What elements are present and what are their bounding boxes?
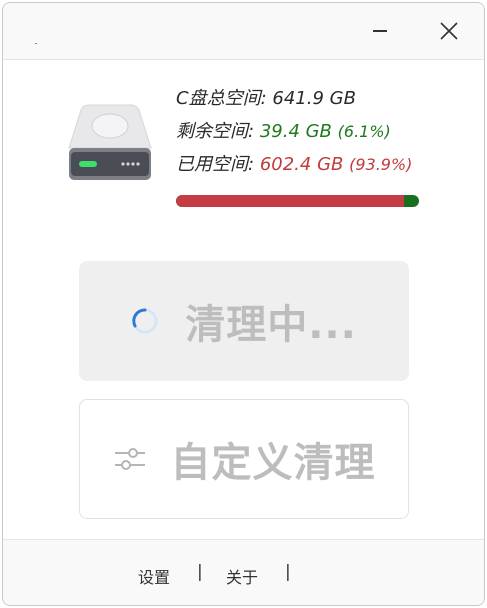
main-content: C盘总空间: 641.9 GB 剩余空间: 39.4 GB (6.1%) 已用空… bbox=[3, 59, 484, 539]
total-space-value: 641.9 GB bbox=[272, 88, 356, 109]
total-space-line: C盘总空间: 641.9 GB bbox=[176, 84, 436, 117]
free-space-line: 剩余空间: 39.4 GB (6.1%) bbox=[176, 117, 436, 150]
disk-info: C盘总空间: 641.9 GB 剩余空间: 39.4 GB (6.1%) 已用空… bbox=[176, 84, 436, 183]
disk-usage-bar-fill bbox=[176, 195, 405, 207]
free-space-value: 39.4 GB bbox=[259, 121, 332, 142]
minimize-icon bbox=[373, 30, 387, 32]
free-space-percent: (6.1%) bbox=[337, 122, 391, 141]
hard-drive-icon bbox=[68, 104, 152, 180]
used-space-label: 已用空间: bbox=[176, 154, 255, 175]
clean-button[interactable]: 清理中... bbox=[79, 261, 409, 381]
used-space-percent: (93.9%) bbox=[349, 155, 413, 174]
clean-button-label: 清理中... bbox=[185, 302, 357, 348]
total-space-label: C盘总空间: bbox=[176, 88, 267, 109]
loading-spinner-icon bbox=[132, 308, 158, 334]
custom-clean-button-label: 自定义清理 bbox=[170, 440, 376, 486]
about-link[interactable]: 关于 bbox=[226, 564, 258, 588]
app-window: C盘总空间: 641.9 GB 剩余空间: 39.4 GB (6.1%) 已用空… bbox=[2, 2, 485, 606]
footer-separator: | bbox=[197, 562, 203, 582]
window-title bbox=[35, 43, 37, 44]
minimize-button[interactable] bbox=[357, 3, 403, 59]
settings-link[interactable]: 设置 bbox=[138, 564, 170, 588]
free-space-label: 剩余空间: bbox=[176, 121, 255, 142]
close-icon bbox=[440, 22, 458, 40]
disk-usage-bar bbox=[176, 195, 419, 207]
footer-separator: | bbox=[285, 562, 291, 582]
used-space-value: 602.4 GB bbox=[259, 154, 344, 175]
custom-clean-button[interactable]: 自定义清理 bbox=[79, 399, 409, 519]
used-space-line: 已用空间: 602.4 GB (93.9%) bbox=[176, 150, 436, 183]
sliders-icon bbox=[114, 448, 145, 470]
close-button[interactable] bbox=[426, 3, 472, 59]
footer: 设置 | 关于 | bbox=[3, 539, 484, 605]
title-bar[interactable] bbox=[3, 3, 484, 59]
